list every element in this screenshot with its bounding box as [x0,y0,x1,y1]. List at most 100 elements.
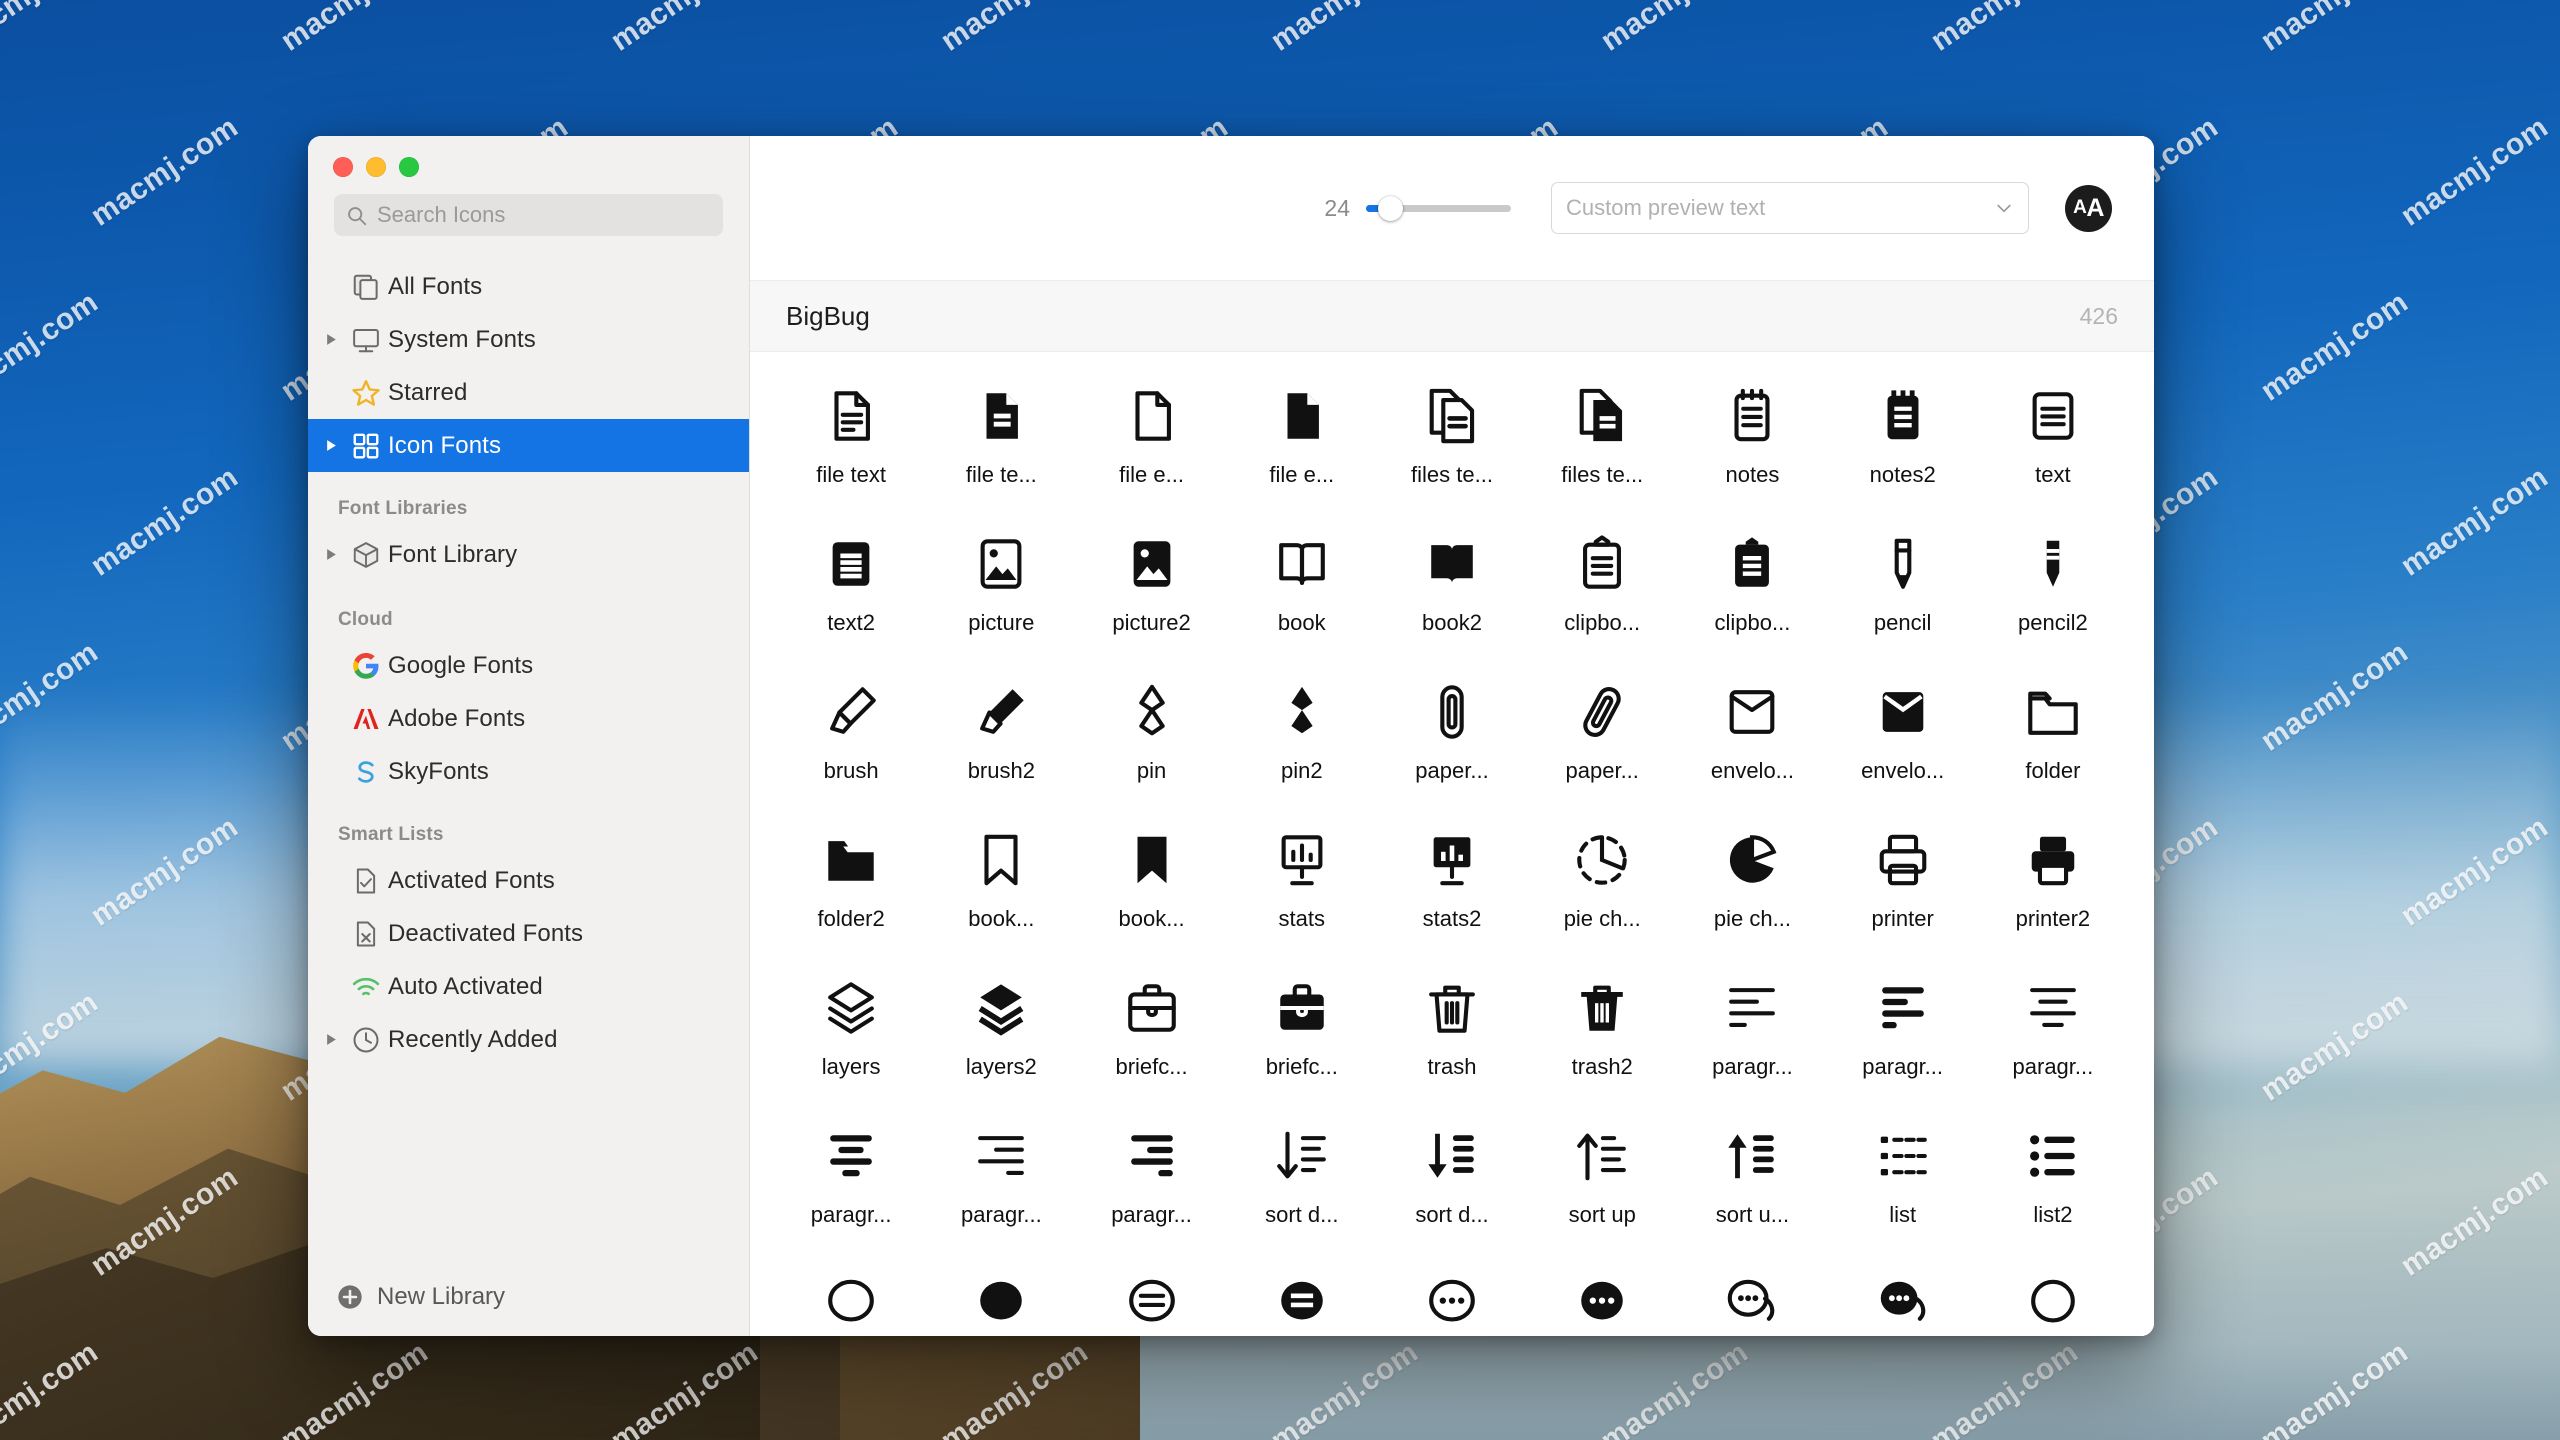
icon-label: files te... [1411,462,1493,487]
icon-cell[interactable]: book... [926,810,1076,958]
icon-cell[interactable]: list2 [1978,1106,2128,1254]
sidebar-item-icon-fonts[interactable]: Icon Fonts [308,419,749,472]
group-header[interactable]: BigBug 426 [750,280,2154,352]
chevron-right-icon[interactable] [318,333,344,346]
icon-cell[interactable]: text [1978,366,2128,514]
icon-cell[interactable] [1828,1254,1978,1336]
sidebar-item-activated-fonts[interactable]: Activated Fonts [308,854,749,907]
chevron-right-icon[interactable] [318,1033,344,1046]
icon-cell[interactable]: folder [1978,662,2128,810]
sidebar-item-auto-activated[interactable]: Auto Activated [308,960,749,1013]
icon-cell[interactable]: book2 [1377,514,1527,662]
close-button[interactable] [333,157,353,177]
minimize-button[interactable] [366,157,386,177]
icon-cell[interactable]: file e... [1076,366,1226,514]
icon-cell[interactable]: printer [1828,810,1978,958]
icon-grid-scroll[interactable]: file text file te... file e... file e... fil… [750,352,2154,1336]
icon-cell[interactable]: stats2 [1377,810,1527,958]
slider-knob[interactable] [1378,195,1403,221]
icon-cell[interactable]: clipbo... [1527,514,1677,662]
icon-cell[interactable] [1076,1254,1226,1336]
icon-cell[interactable]: notes [1677,366,1827,514]
icon-cell[interactable]: paper... [1527,662,1677,810]
icon-cell[interactable]: pencil [1828,514,1978,662]
icon-cell[interactable] [776,1254,926,1336]
icon-cell[interactable] [1377,1254,1527,1336]
icon-cell[interactable]: sort d... [1227,1106,1377,1254]
new-library-button[interactable]: New Library [308,1258,749,1336]
sidebar-item-system-fonts[interactable]: System Fonts [308,313,749,366]
icon-cell[interactable]: clipbo... [1677,514,1827,662]
icon-cell[interactable]: envelo... [1677,662,1827,810]
icon-cell[interactable]: pin [1076,662,1226,810]
icon-cell[interactable]: layers2 [926,958,1076,1106]
icon-cell[interactable]: briefc... [1227,958,1377,1106]
icon-cell[interactable]: file e... [1227,366,1377,514]
icon-cell[interactable]: file te... [926,366,1076,514]
sidebar-item-recently-added[interactable]: Recently Added [308,1013,749,1066]
sidebar-item-adobe-fonts[interactable]: Adobe Fonts [308,692,749,745]
briefcase-solid-icon [1273,972,1331,1044]
icon-cell[interactable] [926,1254,1076,1336]
icon-cell[interactable]: sort up [1527,1106,1677,1254]
icon-cell[interactable]: book... [1076,810,1226,958]
icon-cell[interactable]: paragr... [1828,958,1978,1106]
chevron-down-icon[interactable] [1994,198,2014,218]
font-size-toggle-button[interactable]: AA [2065,184,2112,232]
sidebar-item-label: Activated Fonts [388,866,555,894]
text-solid-icon [822,528,880,600]
icon-cell[interactable]: picture [926,514,1076,662]
search-input[interactable]: Search Icons [334,194,723,236]
icon-cell[interactable]: layers [776,958,926,1106]
icon-cell[interactable]: brush [776,662,926,810]
icon-cell[interactable]: sort u... [1677,1106,1827,1254]
icon-cell[interactable] [1978,1254,2128,1336]
icon-cell[interactable]: printer2 [1978,810,2128,958]
zoom-button[interactable] [399,157,419,177]
sidebar-item-starred[interactable]: Starred [308,366,749,419]
icon-cell[interactable] [1677,1254,1827,1336]
icon-cell[interactable]: file text [776,366,926,514]
icon-cell[interactable]: files te... [1527,366,1677,514]
chevron-right-icon[interactable] [318,548,344,561]
sidebar-item-all-fonts[interactable]: All Fonts [308,260,749,313]
sidebar-item-google-fonts[interactable]: Google Fonts [308,639,749,692]
icon-cell[interactable]: sort d... [1377,1106,1527,1254]
icon-cell[interactable]: text2 [776,514,926,662]
icon-cell[interactable]: paragr... [1978,958,2128,1106]
icon-cell[interactable]: book [1227,514,1377,662]
icon-cell[interactable]: paragr... [926,1106,1076,1254]
icon-cell[interactable]: stats [1227,810,1377,958]
icon-cell[interactable]: paragr... [1076,1106,1226,1254]
icon-cell[interactable]: pie ch... [1677,810,1827,958]
icon-cell[interactable]: list [1828,1106,1978,1254]
sidebar-item-skyfonts[interactable]: SkyFonts [308,745,749,798]
icon-cell[interactable]: paragr... [1677,958,1827,1106]
icon-cell[interactable]: pin2 [1227,662,1377,810]
icon-cell[interactable]: picture2 [1076,514,1226,662]
icon-cell[interactable]: paragr... [776,1106,926,1254]
icon-cell[interactable]: briefc... [1076,958,1226,1106]
icon-cell[interactable]: pie ch... [1527,810,1677,958]
pencil-outline-icon [1874,528,1932,600]
icon-label: list2 [2033,1202,2073,1227]
icon-cell[interactable]: folder2 [776,810,926,958]
icon-cell[interactable] [1527,1254,1677,1336]
sidebar-item-font-library[interactable]: Font Library [308,528,749,581]
chevron-right-icon[interactable] [318,439,344,452]
preview-text-input[interactable]: Custom preview text [1551,182,2029,234]
icon-cell[interactable]: pencil2 [1978,514,2128,662]
icon-cell[interactable]: envelo... [1828,662,1978,810]
icon-cell[interactable]: brush2 [926,662,1076,810]
icon-cell[interactable]: notes2 [1828,366,1978,514]
icon-cell[interactable]: trash [1377,958,1527,1106]
font-size-slider[interactable] [1366,195,1511,221]
sidebar-item-deactivated-fonts[interactable]: Deactivated Fonts [308,907,749,960]
icon-cell[interactable] [1227,1254,1377,1336]
icon-label: paragr... [960,1202,1042,1227]
icon-cell[interactable]: paper... [1377,662,1527,810]
icon-cell[interactable]: trash2 [1527,958,1677,1106]
icon-cell[interactable]: files te... [1377,366,1527,514]
paragraph-center-outline-icon [2024,972,2082,1044]
piechart-outline-icon [1573,824,1631,896]
